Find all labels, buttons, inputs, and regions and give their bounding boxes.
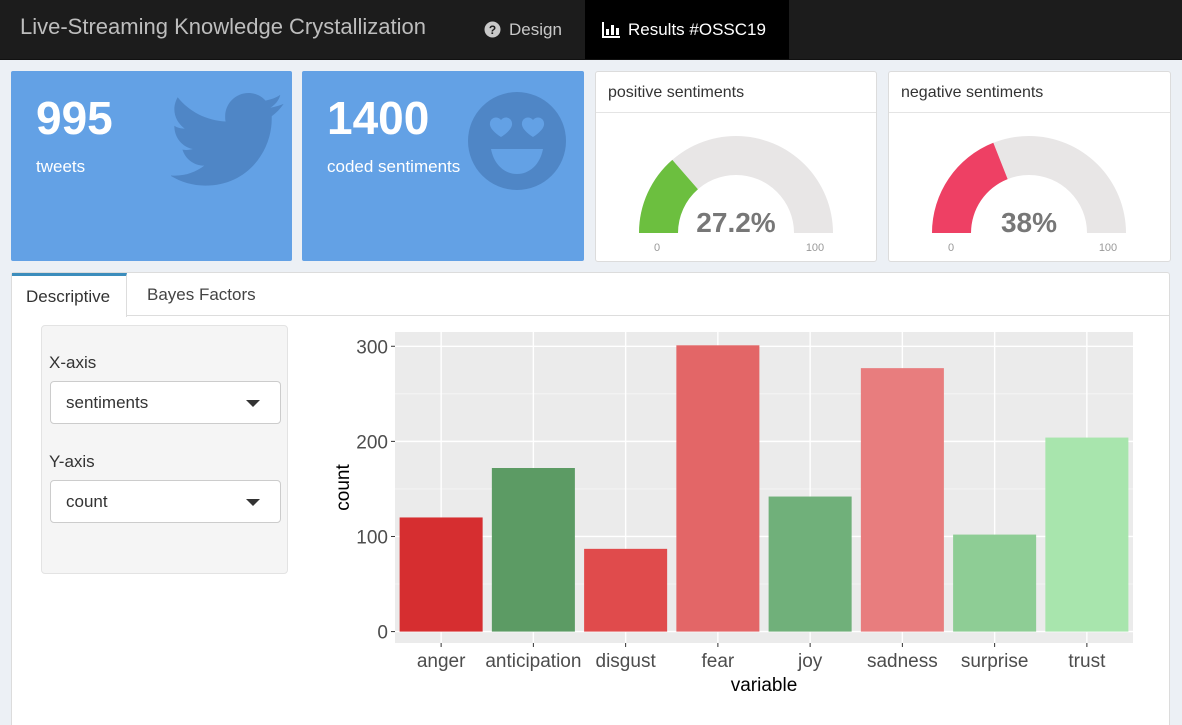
coded-sentiments-label: coded sentiments <box>327 157 461 176</box>
x-axis-label: X-axis <box>49 353 97 372</box>
x-axis-title: variable <box>731 675 798 693</box>
positive-sentiments-title: positive sentiments <box>596 72 876 113</box>
x-tick-label: sadness <box>867 651 938 672</box>
gauge-max: 100 <box>806 242 824 254</box>
app-title: Live-Streaming Knowledge Crystallization <box>20 14 426 39</box>
gauge-min: 0 <box>948 242 954 254</box>
bar-chart-icon <box>602 21 620 38</box>
x-tick-label: surprise <box>961 651 1029 672</box>
tab-design-label: Design <box>509 19 562 39</box>
gauge-max: 100 <box>1099 242 1117 254</box>
negative-sentiments-title: negative sentiments <box>889 72 1170 113</box>
x-tick-label: anger <box>417 651 466 672</box>
tab-results[interactable]: Results #OSSC19 <box>585 0 789 59</box>
y-axis-label: Y-axis <box>49 452 95 471</box>
x-tick-label: fear <box>702 651 735 672</box>
tab-results-label: Results #OSSC19 <box>628 19 766 39</box>
positive-sentiments-box: positive sentiments 27.2% 0 100 <box>595 71 877 262</box>
results-panel: Descriptive Bayes Factors X-axis sentime… <box>11 272 1170 725</box>
bar-joy <box>768 496 852 632</box>
gauge-fill <box>932 142 1008 233</box>
sentiment-bar-chart: anger anticipation disgust fear joy sadness su… <box>333 332 1133 693</box>
question-circle-icon: ? <box>484 21 501 38</box>
positive-sentiments-gauge: 27.2% 0 100 <box>639 136 833 254</box>
tweets-count: 995 <box>36 92 113 144</box>
svg-text:?: ? <box>489 23 496 37</box>
y-tick-label: 200 <box>356 432 388 453</box>
bar-sadness <box>860 368 944 632</box>
y-axis-title: count <box>333 464 354 511</box>
tab-bayes-factors[interactable]: Bayes Factors <box>147 273 256 316</box>
tab-descriptive[interactable]: Descriptive <box>12 273 127 317</box>
bar-anticipation <box>491 468 575 632</box>
x-tick-label: anticipation <box>485 651 581 672</box>
tweets-label: tweets <box>36 157 86 176</box>
x-tick-label: joy <box>797 651 823 672</box>
chevron-down-icon <box>246 400 260 407</box>
bar-fear <box>676 345 760 632</box>
x-axis-select[interactable]: sentiments <box>50 381 281 424</box>
gauge-min: 0 <box>654 242 660 254</box>
twitter-icon <box>171 93 284 186</box>
y-tick-label: 300 <box>356 337 388 358</box>
panel-tabs: Descriptive Bayes Factors <box>12 273 1169 317</box>
gauge-value: 38% <box>1001 207 1057 238</box>
coded-sentiments-count: 1400 <box>327 92 430 144</box>
tweets-value-box: 995 tweets <box>11 71 292 261</box>
bar-anger <box>399 517 483 632</box>
bar-surprise <box>953 534 1037 632</box>
y-axis-select[interactable]: count <box>50 480 281 523</box>
sentiments-value-box: 1400 coded sentiments <box>302 71 584 261</box>
bar-disgust <box>584 548 668 632</box>
chevron-down-icon <box>246 499 260 506</box>
navbar: Live-Streaming Knowledge Crystallization… <box>0 0 1182 60</box>
y-axis-value: count <box>66 492 108 511</box>
y-tick-label: 0 <box>377 623 388 644</box>
y-tick-label: 100 <box>356 527 388 548</box>
negative-sentiments-gauge: 38% 0 100 <box>932 136 1126 254</box>
x-tick-label: trust <box>1068 651 1106 672</box>
heart-eyes-icon <box>468 92 566 190</box>
x-tick-label: disgust <box>596 651 657 672</box>
negative-sentiments-box: negative sentiments 38% 0 100 <box>888 71 1171 262</box>
tab-design[interactable]: ? Design <box>484 0 562 59</box>
bar-trust <box>1045 437 1129 632</box>
axis-controls: X-axis sentiments Y-axis count <box>41 325 288 574</box>
x-axis-value: sentiments <box>66 393 149 412</box>
gauge-value: 27.2% <box>696 207 775 238</box>
